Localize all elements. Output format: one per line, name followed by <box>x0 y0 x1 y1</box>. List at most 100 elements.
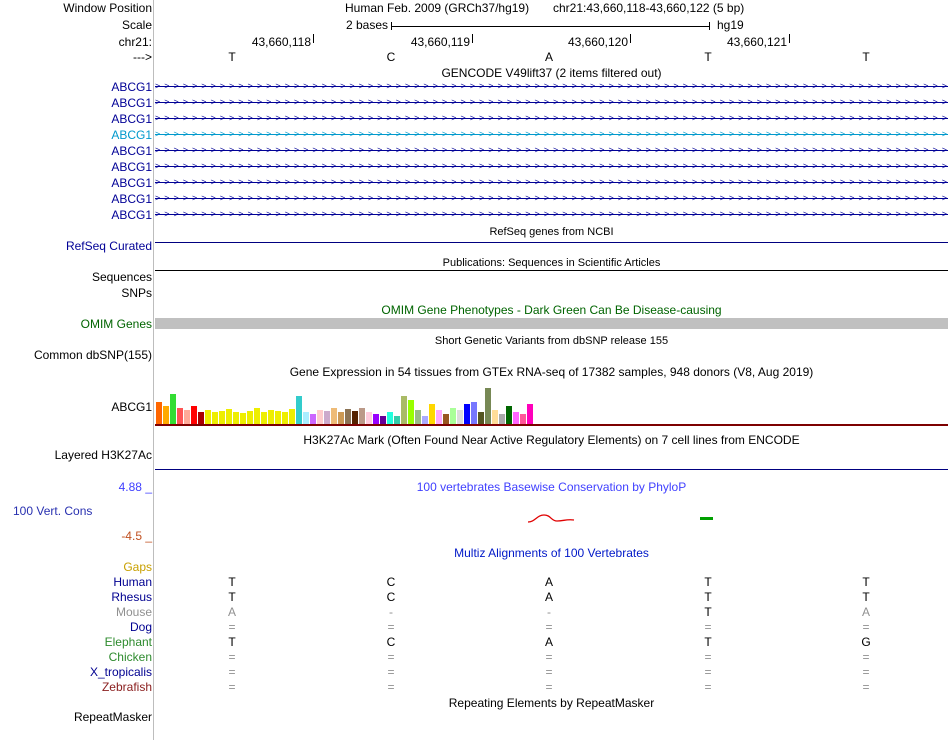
omim-gene-bar[interactable] <box>155 318 948 329</box>
gtex-expression-bar[interactable] <box>226 409 232 424</box>
gtex-expression-bar[interactable] <box>310 414 316 424</box>
scale-bar-right-tick <box>709 22 710 30</box>
alignment-base: = <box>228 620 236 634</box>
gtex-expression-bar[interactable] <box>303 412 309 424</box>
gtex-expression-bar[interactable] <box>275 411 281 424</box>
gtex-expression-bar[interactable] <box>359 408 365 424</box>
gtex-expression-bar[interactable] <box>436 410 442 424</box>
gtex-expression-bar[interactable] <box>296 396 302 424</box>
gtex-expression-bar[interactable] <box>457 410 463 424</box>
gtex-expression-bar[interactable] <box>184 410 190 424</box>
position-text: chr21:43,660,118-43,660,122 (5 bp) <box>553 1 745 15</box>
gtex-expression-bar[interactable] <box>408 400 414 424</box>
gtex-expression-bar[interactable] <box>527 404 533 424</box>
gtex-baseline[interactable] <box>155 424 948 426</box>
gtex-expression-bar[interactable] <box>198 412 204 424</box>
scale-genome: hg19 <box>717 18 744 32</box>
gtex-expression-bar[interactable] <box>429 404 435 424</box>
repeatmasker-label: RepeatMasker <box>73 710 152 724</box>
gtex-expression-bar[interactable] <box>338 412 344 424</box>
gtex-expression-bar[interactable] <box>261 412 267 424</box>
gtex-expression-bar[interactable] <box>464 404 470 424</box>
gtex-expression-bar[interactable] <box>513 412 519 424</box>
gene-label: ABCG1 <box>111 112 152 126</box>
alignment-base: A <box>861 605 871 619</box>
gtex-expression-bar[interactable] <box>471 402 477 424</box>
gtex-expression-bar[interactable] <box>366 412 372 424</box>
gtex-expression-bar[interactable] <box>415 410 421 424</box>
gtex-expression-bar[interactable] <box>289 409 295 424</box>
gtex-expression-bar[interactable] <box>331 408 337 424</box>
gtex-expression-bar[interactable] <box>191 406 197 424</box>
sequence-base: C <box>386 50 396 64</box>
sequence-base: T <box>704 50 712 64</box>
gtex-expression-bar[interactable] <box>156 402 162 424</box>
scale-bar-left-tick <box>391 22 392 30</box>
gtex-expression-bar[interactable] <box>282 412 288 424</box>
alignment-base: = <box>387 680 395 694</box>
gtex-expression-bar[interactable] <box>240 413 246 424</box>
gene-transcript-line[interactable]: >>>>>>>>>>>>>>>>>>>>>>>>>>>>>>>>>>>>>>>>… <box>155 160 948 173</box>
refseq-curated-line[interactable] <box>155 242 948 243</box>
gtex-expression-bar[interactable] <box>247 411 253 424</box>
species-label: X_tropicalis <box>89 665 152 679</box>
gene-transcript-line[interactable]: >>>>>>>>>>>>>>>>>>>>>>>>>>>>>>>>>>>>>>>>… <box>155 96 948 109</box>
gtex-expression-bar[interactable] <box>520 414 526 424</box>
gene-label: ABCG1 <box>111 160 152 174</box>
gene-transcript-line[interactable]: >>>>>>>>>>>>>>>>>>>>>>>>>>>>>>>>>>>>>>>>… <box>155 208 948 221</box>
alignment-base: = <box>545 680 553 694</box>
gtex-expression-bar[interactable] <box>450 408 456 424</box>
gtex-expression-bar[interactable] <box>478 412 484 424</box>
gene-label: ABCG1 <box>111 144 152 158</box>
gtex-expression-bar[interactable] <box>212 412 218 424</box>
gtex-expression-bar[interactable] <box>205 410 211 424</box>
gene-transcript-line[interactable]: >>>>>>>>>>>>>>>>>>>>>>>>>>>>>>>>>>>>>>>>… <box>155 80 948 93</box>
ruler-coordinate: 43,660,119 <box>410 35 470 49</box>
sequence-base: T <box>862 50 870 64</box>
alignment-base: T <box>228 575 236 589</box>
alignment-base: T <box>862 575 870 589</box>
gtex-expression-bar[interactable] <box>324 411 330 424</box>
gtex-expression-bar[interactable] <box>506 406 512 424</box>
gene-transcript-line[interactable]: >>>>>>>>>>>>>>>>>>>>>>>>>>>>>>>>>>>>>>>>… <box>155 176 948 189</box>
gtex-expression-bar[interactable] <box>317 410 323 424</box>
gtex-expression-bar[interactable] <box>492 410 498 424</box>
gtex-expression-bar[interactable] <box>394 416 400 424</box>
gtex-expression-bar[interactable] <box>352 411 358 424</box>
gtex-expression-bar[interactable] <box>254 408 260 424</box>
gtex-expression-bar[interactable] <box>422 416 428 424</box>
gtex-expression-bar[interactable] <box>443 414 449 424</box>
alignment-base: = <box>545 665 553 679</box>
h3k27ac-line[interactable] <box>155 469 948 470</box>
sequence-base: T <box>228 50 236 64</box>
gene-transcript-line[interactable]: >>>>>>>>>>>>>>>>>>>>>>>>>>>>>>>>>>>>>>>>… <box>155 128 948 141</box>
gtex-expression-bar[interactable] <box>219 411 225 424</box>
scale-bar <box>391 26 710 27</box>
gtex-expression-bar[interactable] <box>380 416 386 424</box>
gtex-expression-bar[interactable] <box>163 406 169 424</box>
gtex-expression-bar[interactable] <box>233 412 239 424</box>
alignment-base: = <box>704 650 712 664</box>
gtex-expression-bar[interactable] <box>268 410 274 424</box>
gtex-expression-bar[interactable] <box>373 414 379 424</box>
gene-transcript-line[interactable]: >>>>>>>>>>>>>>>>>>>>>>>>>>>>>>>>>>>>>>>>… <box>155 144 948 157</box>
gtex-expression-bar[interactable] <box>170 394 176 424</box>
gtex-expression-bar[interactable] <box>345 409 351 424</box>
sequence-base: A <box>544 50 554 64</box>
gene-transcript-line[interactable]: >>>>>>>>>>>>>>>>>>>>>>>>>>>>>>>>>>>>>>>>… <box>155 112 948 125</box>
alignment-base: = <box>862 665 870 679</box>
gtex-expression-bar[interactable] <box>401 396 407 424</box>
gtex-expression-bar[interactable] <box>499 414 505 424</box>
ruler-tick <box>313 34 314 43</box>
snps-label: SNPs <box>121 286 152 300</box>
species-label: Elephant <box>104 635 152 649</box>
ruler-coordinate: 43,660,118 <box>251 35 311 49</box>
publications-sequence-line[interactable] <box>155 270 948 271</box>
alignment-base: A <box>544 590 554 604</box>
gene-transcript-line[interactable]: >>>>>>>>>>>>>>>>>>>>>>>>>>>>>>>>>>>>>>>>… <box>155 192 948 205</box>
h3k27ac-label: Layered H3K27Ac <box>54 448 152 462</box>
gtex-expression-bar[interactable] <box>177 408 183 424</box>
gtex-expression-bar[interactable] <box>485 388 491 424</box>
gtex-expression-bar[interactable] <box>387 412 393 424</box>
species-label: Human <box>113 575 152 589</box>
